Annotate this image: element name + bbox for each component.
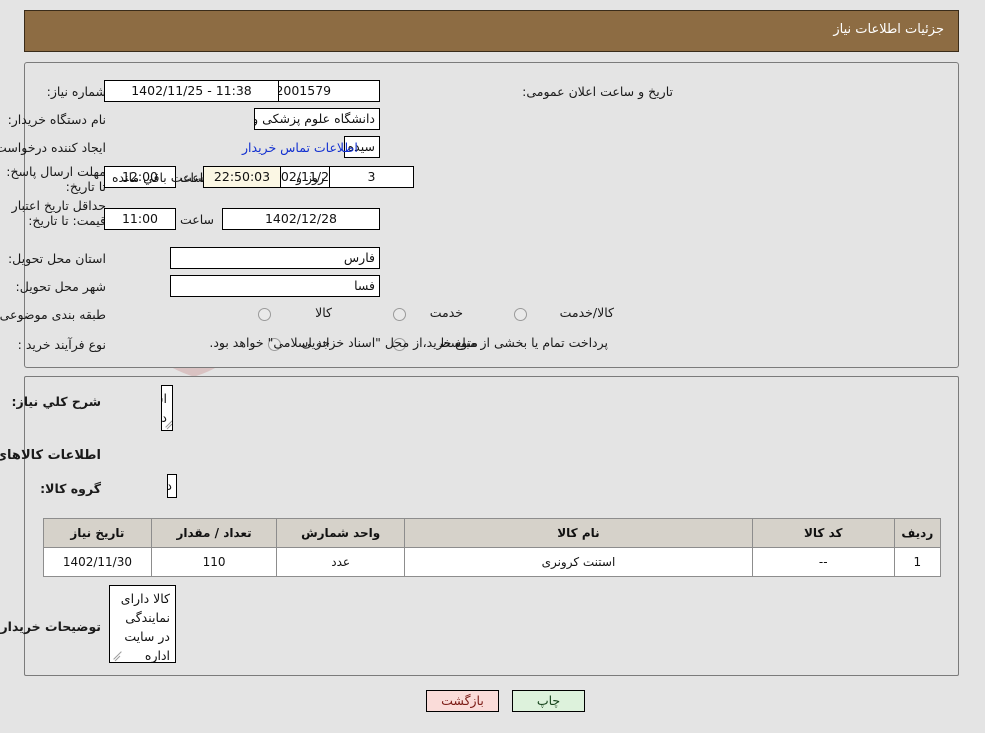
remaining-time-label: ساعت باقي مانده (113, 170, 206, 185)
goods-table: ردیف کد کالا نام کالا واحد شمارش تعداد /… (44, 518, 943, 577)
table-row: 1 -- استنت کرونری عدد 110 1402/11/30 (44, 547, 943, 577)
buyer-org-value: دانشگاه علوم پزشکی و خدمات بهداشتی درمان… (255, 108, 381, 130)
days-separator-label: روز و (297, 170, 326, 185)
price-validity-time: 11:00 (105, 208, 177, 230)
category-label: طبقه بندی موضوعی: (0, 307, 107, 322)
general-description-field[interactable]: استنت دارویی طبق لیست پیوست (162, 385, 174, 431)
category-option-service[interactable]: خدمت (431, 305, 464, 320)
table-cell-code: -- (752, 547, 896, 577)
table-header-quantity: تعداد / مقدار (151, 518, 279, 548)
page-header: جزئیات اطلاعات نیاز (25, 10, 960, 52)
public-announcement-value: 11:38 - 1402/11/25 (105, 80, 280, 102)
table-cell-row-no: 1 (894, 547, 943, 577)
page-title: جزئیات اطلاعات نیاز (834, 22, 945, 37)
print-button[interactable]: چاپ (513, 690, 586, 712)
goods-section-title: اطلاعات کالاهای مورد نیاز (0, 448, 102, 463)
buyer-contact-link[interactable]: اطلاعات تماس خریدار (243, 140, 359, 155)
table-cell-need-date: 1402/11/30 (44, 547, 153, 577)
purchase-process-note: پرداخت تمام یا بخشی از مبلغ خرید،از محل … (210, 335, 609, 350)
buyer-notes-label: توضیحات خریدار: (0, 619, 102, 634)
table-header-row-no: ردیف (894, 518, 943, 548)
general-description-label: شرح کلي نياز: (12, 394, 102, 409)
table-cell-quantity: 110 (151, 547, 279, 577)
table-cell-name: استنت کرونری (405, 547, 754, 577)
category-radio-goods-service[interactable] (515, 308, 528, 321)
table-header-code: کد کالا (752, 518, 896, 548)
response-deadline-label: مهلت ارسال پاسخ: تا تاریخ: (7, 164, 107, 194)
delivery-province-label: استان محل تحویل: (8, 251, 107, 266)
public-announcement-label: تاریخ و ساعت اعلان عمومی: (523, 84, 674, 99)
category-radio-service[interactable] (394, 308, 407, 321)
response-deadline-countdown: 22:50:03 (204, 166, 282, 188)
table-cell-unit: عدد (277, 547, 407, 577)
resize-grip-icon[interactable] (165, 417, 173, 429)
category-radio-goods[interactable] (259, 308, 272, 321)
price-validity-date: 1402/12/28 (223, 208, 381, 230)
goods-group-value: دارو، پزشکی و سلامت (168, 474, 178, 498)
goods-group-label: گروه کالا: (41, 481, 102, 496)
delivery-city-label: شهر محل تحویل: (16, 279, 107, 294)
buyer-org-label: نام دستگاه خریدار: (8, 112, 107, 127)
category-option-goods-service[interactable]: کالا/خدمت (561, 305, 615, 320)
response-deadline-days: 3 (330, 166, 415, 188)
table-header-name: نام کالا (405, 518, 754, 548)
back-button[interactable]: بازگشت (427, 690, 500, 712)
requester-label: ایجاد کننده درخواست: (0, 140, 107, 155)
price-validity-label: حداقل تاریخ اعتبار قیمت: تا تاریخ: (12, 198, 107, 228)
category-option-goods[interactable]: کالا (316, 305, 333, 320)
buyer-notes-field[interactable]: کالا دارای نمایندگی در سایت اداره تجهیزا… (110, 585, 177, 663)
table-header-row: ردیف کد کالا نام کالا واحد شمارش تعداد /… (44, 518, 943, 548)
table-header-need-date: تاریخ نیاز (44, 518, 153, 548)
delivery-province-value: فارس (171, 247, 381, 269)
delivery-city-value: فسا (171, 275, 381, 297)
resize-grip-icon[interactable] (113, 649, 125, 661)
price-validity-time-label: ساعت (180, 212, 215, 227)
purchase-process-label: نوع فرآیند خرید : (18, 337, 107, 352)
table-header-unit: واحد شمارش (277, 518, 407, 548)
need-number-label: شماره نیاز: (47, 84, 107, 99)
